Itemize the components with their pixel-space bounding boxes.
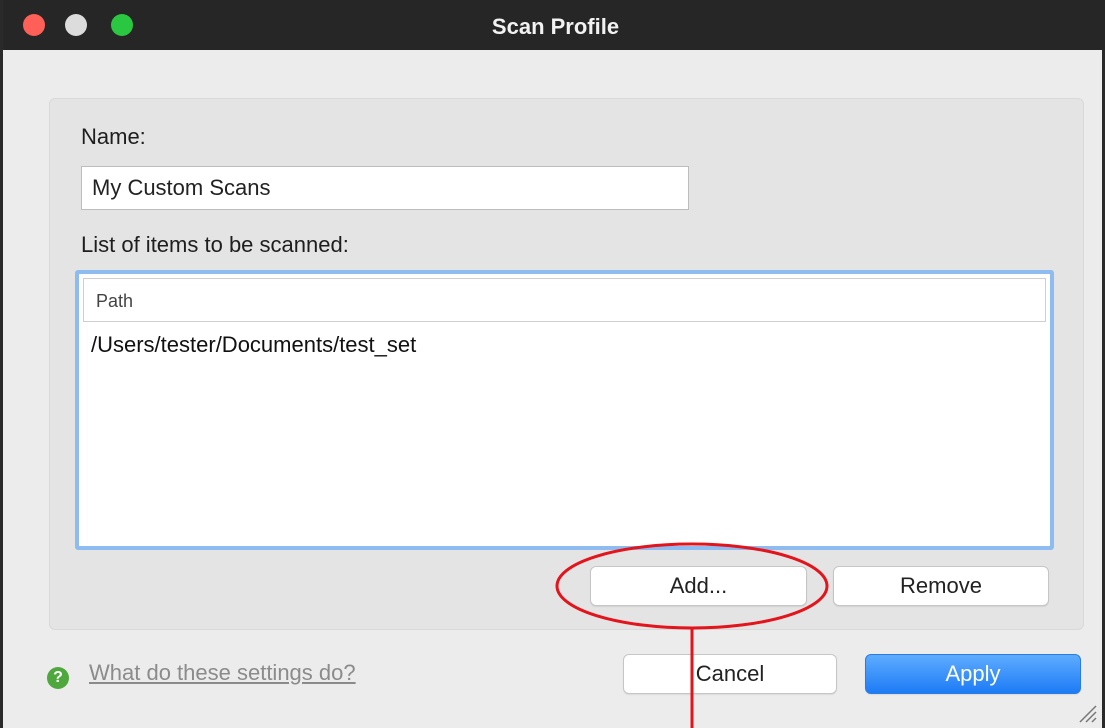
title-bar: Scan Profile	[3, 0, 1105, 50]
name-label: Name:	[81, 124, 146, 149]
scan-items-list[interactable]: Path /Users/tester/Documents/test_set	[75, 270, 1054, 550]
add-button[interactable]: Add...	[590, 566, 807, 606]
path-column-header[interactable]: Path	[83, 278, 1046, 322]
remove-button[interactable]: Remove	[833, 566, 1049, 606]
name-field[interactable]	[81, 166, 689, 210]
list-label: List of items to be scanned:	[81, 232, 349, 257]
help-link[interactable]: What do these settings do?	[89, 660, 356, 686]
list-item[interactable]: /Users/tester/Documents/test_set	[91, 332, 416, 358]
scan-profile-window: Scan Profile Name: List of items to be s…	[0, 0, 1105, 728]
apply-button[interactable]: Apply	[865, 654, 1081, 694]
window-title: Scan Profile	[491, 14, 620, 39]
path-column-label: Path	[96, 291, 134, 311]
resize-grip-icon[interactable]	[1076, 702, 1098, 724]
help-question-icon[interactable]: ?	[47, 667, 69, 689]
cancel-button[interactable]: Cancel	[623, 654, 837, 694]
